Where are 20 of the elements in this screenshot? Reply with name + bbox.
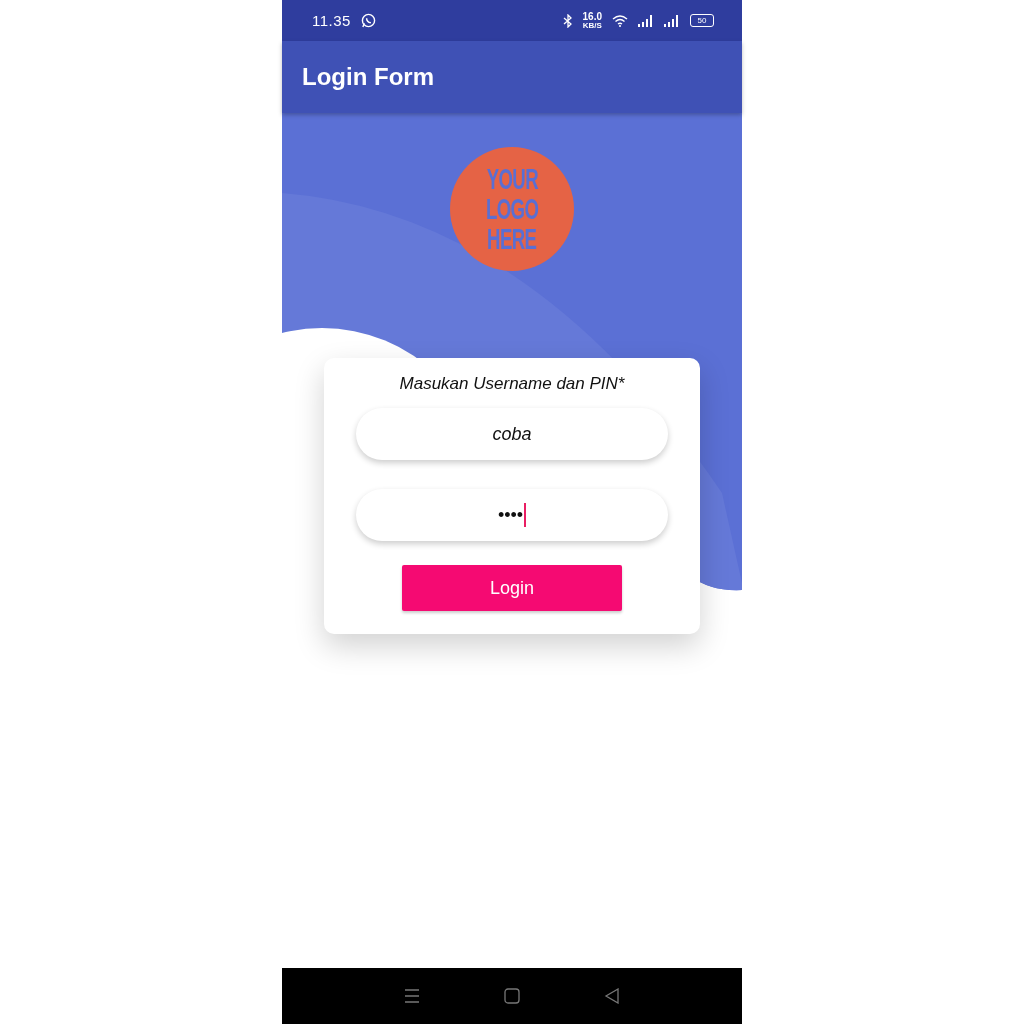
back-icon[interactable] bbox=[604, 988, 620, 1004]
logo-text: HERE bbox=[487, 224, 537, 254]
form-title: Masukan Username dan PIN* bbox=[399, 374, 625, 394]
battery-indicator: 50 bbox=[690, 14, 714, 27]
signal-icon bbox=[638, 14, 654, 27]
home-icon[interactable] bbox=[504, 988, 520, 1004]
bluetooth-icon bbox=[562, 13, 573, 28]
logo-text: YOUR bbox=[486, 164, 538, 194]
wifi-icon bbox=[612, 14, 628, 27]
pin-field[interactable]: •••• bbox=[356, 489, 668, 541]
username-field[interactable]: coba bbox=[356, 408, 668, 460]
clock: 11.35 bbox=[312, 12, 351, 29]
menu-icon[interactable] bbox=[404, 988, 420, 1004]
logo-text: LOGO bbox=[485, 194, 539, 224]
speed-unit: KB/S bbox=[582, 21, 602, 30]
chat-icon bbox=[360, 13, 376, 28]
app-title: Login Form bbox=[302, 63, 434, 91]
login-button[interactable]: Login bbox=[402, 565, 622, 611]
signal-icon bbox=[664, 14, 680, 27]
speed-value: 16.0 bbox=[582, 11, 602, 22]
